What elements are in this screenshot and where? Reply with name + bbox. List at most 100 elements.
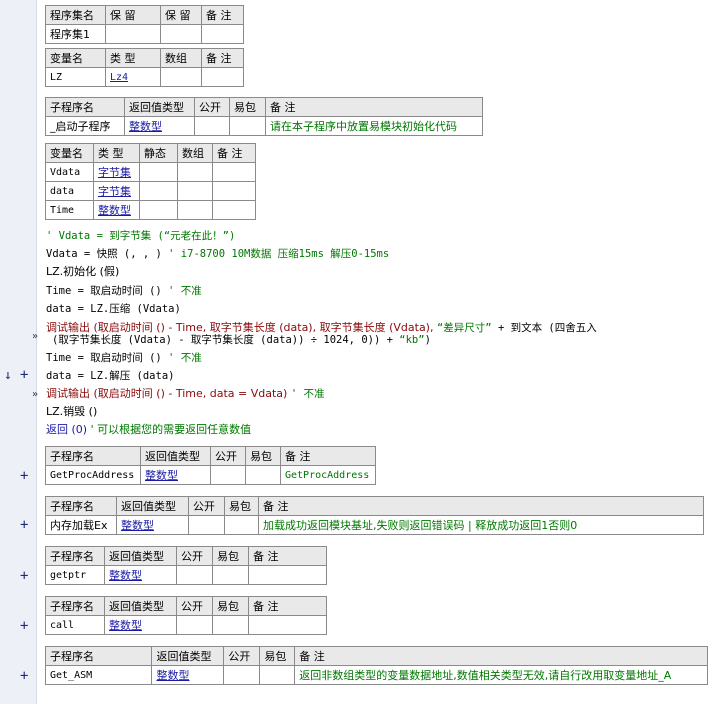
sub-name-cell[interactable]: GetProcAddress [45,465,141,485]
header-cell: 返回值类型 [104,546,177,566]
code-line-debug[interactable]: 调试输出 (取启动时间 () - Time, data = Vdata) ' 不… [46,386,324,402]
sub-name-cell[interactable]: Get_ASM [44,665,153,685]
sub-table-get-asm: 子程序名 返回值类型 公开 易包 备 注 Get_ASM 整数型 返回非数组类型… [44,646,708,685]
cell[interactable] [177,181,213,201]
header-cell: 程序集名 [45,5,106,25]
cell[interactable] [160,67,202,87]
cell[interactable] [177,200,213,220]
sub-note-cell[interactable]: 加载成功返回模块基址,失败则返回错误码 | 释放成功返回1否则0 [258,515,704,535]
local-name-cell[interactable]: Vdata [45,162,94,182]
expand-icon[interactable]: + [20,518,28,532]
cell[interactable] [212,565,249,585]
code-line[interactable]: LZ.初始化 (假) [46,264,119,280]
sub-name-cell[interactable]: 内存加载Ex [45,515,117,535]
sub-table-call: 子程序名 返回值类型 公开 易包 备 注 call 整数型 [45,596,327,635]
sub-table-memload: 子程序名 返回值类型 公开 易包 备 注 内存加载Ex 整数型 加载成功返回模块… [45,496,704,535]
header-cell: 公开 [194,97,230,117]
header-cell: 备 注 [212,143,256,163]
expand-icon[interactable]: + [20,368,28,382]
cell[interactable] [105,24,161,44]
sub-name-cell[interactable]: _启动子程序 [45,116,125,136]
cell[interactable] [194,116,230,136]
comment-text: ' Vdata = 到字节集 (“元老在此！”) [46,230,236,242]
code-line-return[interactable]: 返回 (0) ' 可以根据您的需要返回任意数值 [46,422,251,438]
cell[interactable] [177,162,213,182]
return-type-link[interactable]: 整数型 [140,465,211,485]
cell[interactable] [139,162,178,182]
sub-note-cell[interactable]: GetProcAddress [280,465,376,485]
header-cell: 备 注 [248,546,327,566]
local-type-link[interactable]: 字节集 [93,162,140,182]
header-cell: 子程序名 [45,496,117,516]
header-cell: 易包 [212,546,249,566]
expand-icon[interactable]: + [20,569,28,583]
header-cell: 备 注 [258,496,704,516]
cell[interactable] [229,116,266,136]
cell[interactable] [201,67,244,87]
cell[interactable] [259,665,296,685]
return-type-link[interactable]: 整数型 [116,515,189,535]
sub-note-cell[interactable]: 请在本子程序中放置易模块初始化代码 [265,116,483,136]
cell[interactable] [245,465,281,485]
local-name-cell[interactable]: Time [45,200,94,220]
code-line-comment[interactable]: ' Vdata = 到字节集 (“元老在此！”) [46,228,235,244]
header-cell: 公开 [188,496,225,516]
header-cell: 备 注 [265,97,483,117]
cell[interactable] [224,515,259,535]
string-literal: “差异尺寸” [436,322,492,334]
return-type-link[interactable]: 整数型 [104,565,177,585]
cell[interactable] [212,200,256,220]
comment-text: ' 不准 [290,388,325,400]
code-line[interactable]: Time = 取启动时间 () ' 不准 [46,350,202,366]
sub-note-cell[interactable] [248,565,327,585]
sub-note-cell[interactable]: 返回非数组类型的变量数据地址,数值相关类型无效,请自行改用取变量地址_A [294,665,708,685]
header-cell: 数组 [177,143,213,163]
statement: ) [424,334,431,346]
comment-text: ' 可以根据您的需要返回任意数值 [90,423,252,436]
cell[interactable] [176,615,213,635]
local-type-link[interactable]: 字节集 [93,181,140,201]
sub-name-cell[interactable]: getptr [45,565,105,585]
code-line-continued[interactable]: (取字节集长度 (Vdata) - 取字节集长度 (data)) ÷ 1024,… [52,332,431,348]
header-cell: 易包 [212,596,249,616]
header-cell: 返回值类型 [151,646,225,666]
code-line[interactable]: data = LZ.解压 (data) [46,368,174,384]
cell[interactable] [176,565,213,585]
cell[interactable] [139,181,178,201]
variable-type-link[interactable]: Lz4 [105,67,161,87]
sub-note-cell[interactable] [248,615,327,635]
return-type-link[interactable]: 整数型 [124,116,195,136]
header-cell: 易包 [245,446,281,466]
expand-icon[interactable]: + [20,619,28,633]
assembly-name-cell[interactable]: 程序集1 [45,24,106,44]
header-cell: 变量名 [45,143,94,163]
cell[interactable] [188,515,225,535]
arrow-down-icon: ↓ [4,368,12,383]
code-line[interactable]: Time = 取启动时间 () ' 不准 [46,283,202,299]
cell[interactable] [210,465,246,485]
header-cell: 子程序名 [45,446,141,466]
header-cell: 数组 [160,48,202,68]
cell[interactable] [139,200,178,220]
cell[interactable] [201,24,244,44]
header-cell: 子程序名 [45,596,105,616]
variable-name-cell[interactable]: LZ [45,67,106,87]
local-type-link[interactable]: 整数型 [93,200,140,220]
code-line[interactable]: data = LZ.压缩 (Vdata) [46,301,181,317]
code-line[interactable]: Vdata = 快照 (, , ) ' i7-8700 10M数据 压缩15ms… [46,246,389,262]
statement: data = LZ.解压 (data) [46,370,175,382]
cell[interactable] [160,24,202,44]
return-type-link[interactable]: 整数型 [104,615,177,635]
sub-table-getptr: 子程序名 返回值类型 公开 易包 备 注 getptr 整数型 [45,546,327,585]
cell[interactable] [212,181,256,201]
local-name-cell[interactable]: data [45,181,94,201]
expand-icon[interactable]: + [20,669,28,683]
cell[interactable] [212,615,249,635]
sub-name-cell[interactable]: call [45,615,105,635]
return-type-link[interactable]: 整数型 [151,665,225,685]
cell[interactable] [212,162,256,182]
comment-text: ' i7-8700 10M数据 压缩15ms 解压0-15ms [168,248,390,260]
code-line[interactable]: LZ.销毁 () [46,404,97,420]
cell[interactable] [223,665,261,685]
expand-icon[interactable]: + [20,469,28,483]
